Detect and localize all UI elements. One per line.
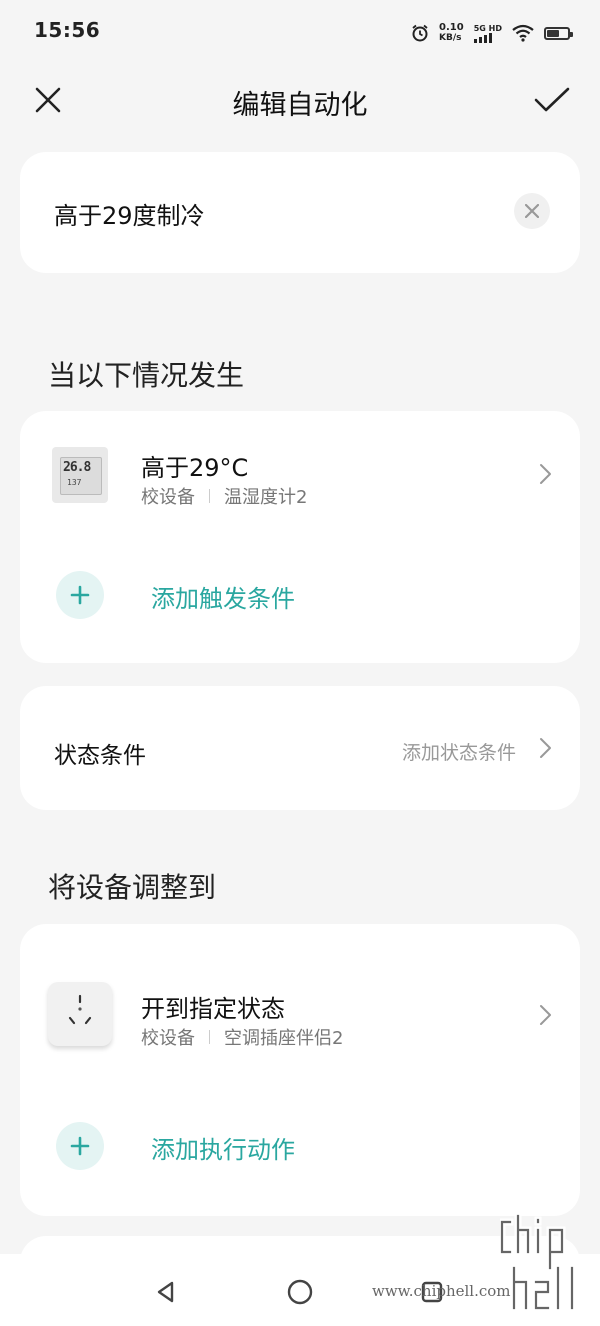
- signal-icon: 5G HD: [473, 24, 502, 43]
- battery-icon: [544, 26, 573, 40]
- smart-plug-icon: [48, 982, 112, 1046]
- chevron-right-icon: [540, 1005, 551, 1025]
- action-device: 空调插座伴侣2: [224, 1028, 344, 1049]
- trigger-item[interactable]: 26.8 137 高于29°C 校设备 温湿度计2: [20, 439, 580, 511]
- watermark-url: www.chiphell.com: [372, 1282, 511, 1300]
- add-action-button[interactable]: 添加执行动作: [20, 1116, 580, 1176]
- actions-card: 开到指定状态 校设备 空调插座伴侣2 添加执行动作: [20, 924, 580, 1216]
- check-icon: [534, 87, 570, 112]
- plus-icon: [56, 1122, 104, 1170]
- chevron-right-icon: [540, 738, 551, 758]
- automation-name[interactable]: 高于29度制冷: [54, 196, 205, 231]
- trigger-location: 校设备: [141, 487, 195, 508]
- action-location: 校设备: [141, 1028, 195, 1049]
- action-title: 开到指定状态: [141, 995, 285, 1023]
- state-conditions-card[interactable]: 状态条件 添加状态条件: [20, 686, 580, 810]
- net-speed: 0.10 KB/s: [439, 22, 464, 44]
- automation-name-card[interactable]: 高于29度制冷: [20, 152, 580, 273]
- status-icons: 0.10 KB/s 5G HD: [411, 20, 573, 46]
- divider: [209, 489, 210, 503]
- chevron-right-icon: [540, 464, 551, 484]
- divider: [209, 1030, 210, 1044]
- trigger-title: 高于29°C: [141, 454, 249, 482]
- confirm-button[interactable]: [530, 78, 574, 122]
- clear-icon: [525, 204, 539, 218]
- clear-name-button[interactable]: [514, 193, 550, 229]
- wifi-icon: [512, 24, 534, 42]
- state-conditions-hint: 添加状态条件: [401, 742, 516, 764]
- chiphell-logo: [500, 1212, 576, 1312]
- home-nav-button[interactable]: [284, 1276, 316, 1308]
- thermometer-icon: 26.8 137: [52, 447, 108, 503]
- plus-icon: [56, 571, 104, 619]
- add-action-label: 添加执行动作: [151, 1136, 295, 1164]
- add-trigger-button[interactable]: 添加触发条件: [20, 565, 580, 625]
- action-subtitle: 校设备 空调插座伴侣2: [141, 1024, 343, 1050]
- alarm-icon: [412, 24, 428, 42]
- status-bar: 15:56 0.10 KB/s 5G HD: [0, 0, 600, 64]
- state-conditions-label: 状态条件: [54, 743, 146, 769]
- trigger-subtitle: 校设备 温湿度计2: [141, 483, 307, 509]
- back-triangle-icon: [157, 1281, 174, 1303]
- page-title: 编辑自动化: [232, 90, 368, 121]
- app-header: 编辑自动化: [0, 66, 600, 134]
- add-trigger-label: 添加触发条件: [151, 585, 295, 613]
- status-time: 15:56: [34, 18, 101, 42]
- actions-section-title: 将设备调整到: [48, 871, 217, 904]
- triggers-card: 26.8 137 高于29°C 校设备 温湿度计2 添加触发条件: [20, 411, 580, 663]
- home-circle-icon: [287, 1279, 313, 1305]
- back-nav-button[interactable]: [150, 1276, 182, 1308]
- action-item[interactable]: 开到指定状态 校设备 空调插座伴侣2: [20, 980, 580, 1052]
- trigger-device: 温湿度计2: [224, 487, 308, 508]
- triggers-section-title: 当以下情况发生: [48, 359, 245, 392]
